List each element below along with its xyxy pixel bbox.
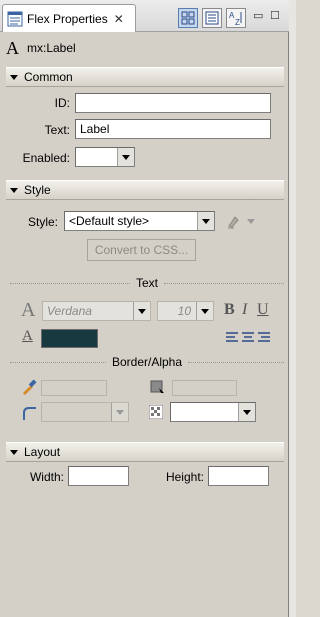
section-style[interactable]: Style: [6, 180, 284, 200]
style-select[interactable]: <Default style>: [64, 211, 215, 231]
tab-title: Flex Properties: [27, 11, 108, 26]
enabled-label: Enabled:: [22, 151, 70, 165]
chevron-down-icon: [243, 409, 251, 415]
close-icon[interactable]: ✕: [114, 13, 124, 25]
view-tab-bar: Flex Properties ✕ A Z ▭ ☐: [0, 0, 289, 32]
corner-radius-icon: [23, 407, 36, 420]
expand-triangle-icon: [10, 187, 18, 193]
group-title-text: Text: [136, 276, 159, 290]
border-color-swatch[interactable]: [41, 380, 107, 396]
enabled-dropdown-button[interactable]: [117, 148, 134, 166]
text-group-title: Text: [10, 276, 285, 290]
minimize-icon[interactable]: ▭: [253, 9, 263, 22]
corner-radius-select[interactable]: [41, 402, 129, 422]
border-alpha-group-title: Border/Alpha: [10, 355, 285, 369]
text-input[interactable]: Label: [75, 119, 271, 139]
group-title-text: Border/Alpha: [111, 355, 183, 369]
alpha-dropdown-button[interactable]: [238, 403, 255, 421]
width-input[interactable]: [68, 466, 129, 486]
id-input[interactable]: [75, 93, 271, 113]
flex-properties-tab[interactable]: Flex Properties ✕: [2, 4, 136, 32]
style-tools-icon[interactable]: [226, 213, 242, 229]
id-label: ID:: [54, 96, 70, 110]
section-title: Common: [24, 70, 73, 84]
standard-view-button[interactable]: [178, 8, 198, 28]
background-color-swatch[interactable]: [172, 380, 237, 396]
font-size-select[interactable]: 10: [157, 301, 214, 321]
font-color-icon: A: [22, 328, 33, 344]
corner-radius-dropdown-button[interactable]: [111, 403, 128, 421]
font-family-icon: A: [21, 299, 36, 321]
standard-view-icon: [181, 11, 195, 25]
bold-button[interactable]: B: [224, 301, 235, 319]
category-view-icon: [205, 11, 219, 25]
border-color-icon: [23, 379, 37, 395]
chevron-down-icon: [201, 308, 209, 314]
chevron-down-icon: [138, 308, 146, 314]
alphabetical-view-icon: A Z: [229, 11, 242, 26]
expand-triangle-icon: [10, 74, 18, 80]
underline-button[interactable]: U: [257, 301, 269, 319]
height-input[interactable]: [208, 466, 269, 486]
svg-text:Z: Z: [235, 18, 240, 26]
component-header: A mx:Label: [6, 38, 76, 58]
convert-to-css-button[interactable]: Convert to CSS...: [87, 239, 196, 261]
italic-button[interactable]: I: [242, 301, 247, 319]
font-family-dropdown-button[interactable]: [133, 302, 150, 320]
background-color-icon: [150, 380, 164, 393]
style-dropdown-button[interactable]: [197, 212, 214, 230]
chevron-down-icon: [122, 154, 130, 160]
section-title: Style: [24, 183, 51, 197]
label-component-icon: A: [6, 37, 19, 58]
alpha-select[interactable]: [170, 402, 256, 422]
font-family-select[interactable]: Verdana: [42, 301, 151, 321]
component-type: mx:Label: [27, 41, 76, 55]
text-align-icons[interactable]: [225, 331, 273, 343]
font-size-value: 10: [177, 304, 191, 318]
chevron-down-icon: [116, 409, 124, 415]
style-label: Style:: [27, 215, 58, 229]
panel-edge: [289, 0, 296, 617]
font-family-value: Verdana: [47, 304, 92, 318]
height-label: Height:: [165, 470, 204, 484]
text-label: Text:: [44, 123, 70, 137]
width-label: Width:: [29, 470, 64, 484]
chevron-down-icon: [202, 218, 210, 224]
section-title: Layout: [24, 445, 61, 459]
style-tools-dropdown-icon[interactable]: [247, 219, 255, 224]
maximize-icon[interactable]: ☐: [270, 9, 280, 22]
font-size-dropdown-button[interactable]: [196, 302, 213, 320]
properties-view-icon: [7, 11, 23, 26]
style-value: <Default style>: [69, 214, 150, 228]
alpha-icon: [149, 405, 163, 419]
font-color-swatch[interactable]: [41, 329, 98, 348]
section-common[interactable]: Common: [6, 67, 284, 87]
section-layout[interactable]: Layout: [6, 442, 284, 462]
category-view-button[interactable]: [202, 8, 222, 28]
enabled-select[interactable]: [75, 147, 135, 167]
expand-triangle-icon: [10, 449, 18, 455]
alphabetical-view-button[interactable]: A Z: [226, 8, 246, 28]
